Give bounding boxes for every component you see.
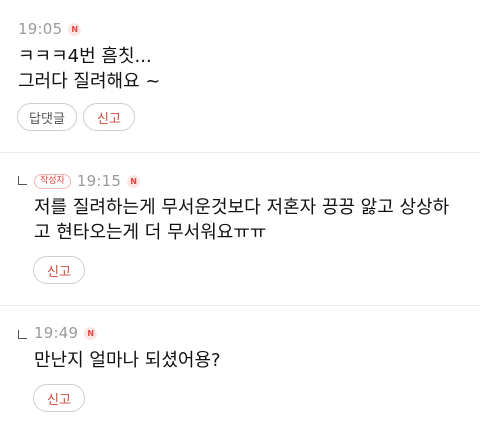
comment-time: 19:15 [76, 172, 122, 190]
comment-meta: 작성자 19:15 N [34, 171, 141, 191]
reply-comment-item: 작성자 19:15 N 저를 질려하는게 무서운것보다 저혼자 끙끙 앓고 상상… [0, 153, 480, 305]
reply-button[interactable]: 답댓글 [17, 103, 77, 131]
comment-text: 만난지 얼마나 되셨어용? [34, 350, 221, 371]
reply-arrow-icon [18, 176, 27, 185]
comment-item: 19:05 N ㅋㅋㅋ4번 흠칫... 그러다 질려해요 ~ 답댓글 신고 [0, 0, 480, 152]
new-badge-icon: N [127, 174, 141, 188]
comment-time: 19:05 [18, 20, 63, 38]
comment-time: 19:49 [34, 324, 79, 342]
report-button[interactable]: 신고 [33, 384, 85, 412]
author-badge: 작성자 [34, 173, 71, 189]
new-badge-icon: N [84, 326, 98, 340]
report-button[interactable]: 신고 [33, 256, 85, 284]
new-badge-icon: N [68, 22, 82, 36]
comment-text: ㅋㅋㅋ4번 흠칫... 그러다 질려해요 ~ [18, 46, 161, 92]
reply-arrow-icon [18, 330, 27, 339]
reply-comment-item: 19:49 N 만난지 얼마나 되셨어용? 신고 [0, 306, 480, 434]
comment-meta: 19:05 N [18, 19, 82, 39]
report-button[interactable]: 신고 [83, 103, 135, 131]
comment-meta: 19:49 N [34, 323, 98, 343]
comment-text: 저를 질려하는게 무서운것보다 저혼자 끙끙 앓고 상상하 고 현타오는게 더 … [34, 197, 450, 243]
